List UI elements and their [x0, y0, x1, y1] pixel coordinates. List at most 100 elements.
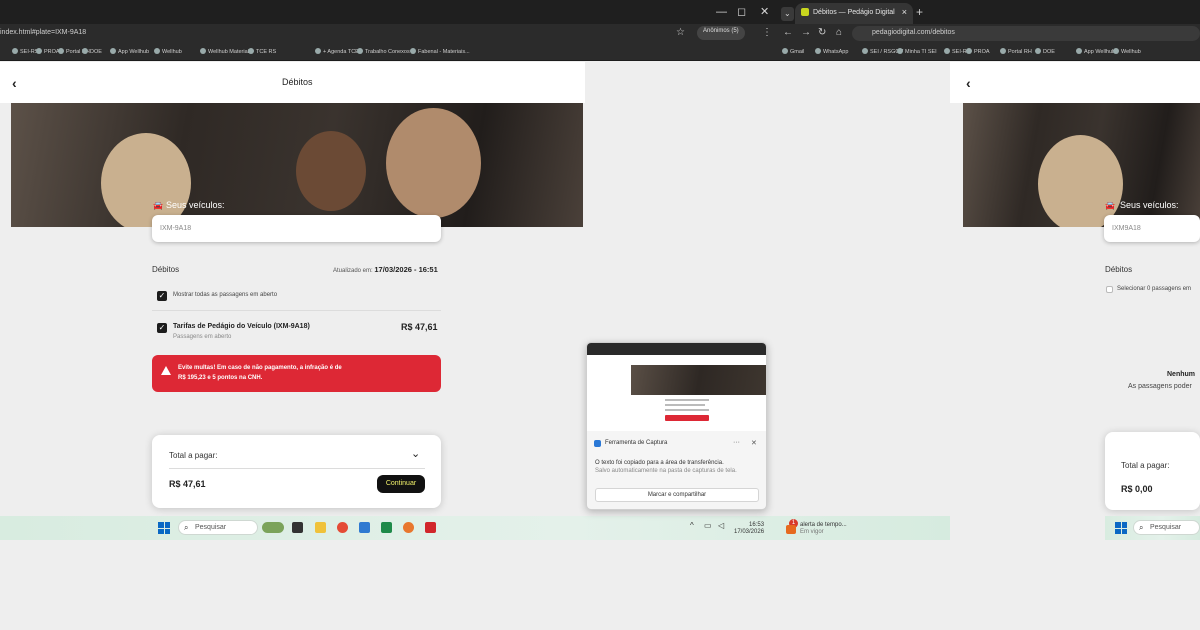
snip-msg-2: Salvo automaticamente na pasta de captur…: [595, 468, 737, 474]
thumb-hero: [631, 365, 766, 395]
minimize-button[interactable]: —: [716, 5, 727, 19]
weather-alert-sub: Em vigor: [800, 529, 824, 535]
left-bookmark[interactable]: Wellhub Materiais: [200, 48, 252, 55]
left-bookmark[interactable]: App Wellhub: [110, 48, 149, 55]
debits-title: Débitos: [152, 265, 180, 274]
left-bookmark[interactable]: Fabenal - Materiais...: [410, 48, 470, 55]
incognito-badge[interactable]: Anônimos (5): [697, 26, 745, 40]
home-icon[interactable]: ⌂: [836, 27, 842, 38]
updated-label: Atualizado em:: [333, 268, 373, 274]
right-total-card: [1105, 432, 1200, 510]
thumb-alert: [665, 415, 709, 421]
hero-image: [11, 103, 583, 227]
close-window-button[interactable]: ✕: [760, 5, 769, 19]
left-bookmark[interactable]: + Agenda TCE: [315, 48, 359, 55]
plate-input[interactable]: IXM-9A18: [152, 215, 441, 242]
item-subtitle: Passagens em aberto: [173, 334, 232, 340]
total-divider: [169, 468, 425, 469]
total-card: [152, 435, 441, 508]
person-middle: [296, 131, 366, 211]
chevron-down-icon[interactable]: ⌄: [411, 447, 420, 460]
show-all-label: Mostrar todas as passagens em aberto: [173, 292, 278, 298]
right-vehicles-label: Seus veículos:: [1120, 200, 1179, 210]
right-select-checkbox[interactable]: [1106, 286, 1113, 293]
right-bookmark[interactable]: Gmail: [782, 48, 804, 55]
bookmark-favicon-icon: [966, 48, 972, 54]
volume-icon[interactable]: ◁: [718, 522, 724, 530]
right-bookmark[interactable]: Wellhub: [1113, 48, 1141, 55]
car-icon: 🚘: [153, 201, 163, 210]
bookmark-favicon-icon: [12, 48, 18, 54]
excel-icon[interactable]: [381, 522, 392, 533]
continue-button[interactable]: Continuar: [377, 475, 425, 493]
back-nav-icon[interactable]: ←: [783, 27, 793, 38]
tab-search-icon[interactable]: ⌄: [781, 7, 794, 21]
right-bookmark[interactable]: PROA: [966, 48, 990, 55]
right-total-value: R$ 0,00: [1121, 484, 1153, 494]
left-url[interactable]: index.html#plate=IXM-9A18: [0, 29, 86, 36]
left-bookmark[interactable]: Wellhub: [154, 48, 182, 55]
right-url[interactable]: pedagiodigital.com/debitos: [872, 29, 955, 36]
back-arrow-icon[interactable]: ‹: [12, 75, 17, 91]
item-checkbox[interactable]: ✓: [157, 323, 167, 333]
right-taskbar-search[interactable]: ⌕ Pesquisar: [1133, 520, 1200, 535]
file-explorer-icon[interactable]: [315, 522, 326, 533]
weather-widget-icon[interactable]: [262, 522, 284, 533]
bookmark-favicon-icon: [1076, 48, 1082, 54]
right-bookmark[interactable]: WhatsApp: [815, 48, 848, 55]
menu-icon[interactable]: ⋮: [762, 27, 772, 38]
left-bookmark[interactable]: Trabalho Conexos: [357, 48, 410, 55]
left-bookmark[interactable]: DOE: [82, 48, 102, 55]
left-bookmark[interactable]: SEI-RS: [12, 48, 38, 55]
capture-thumbnail[interactable]: [587, 343, 766, 431]
tray-chevron-icon[interactable]: ^: [690, 522, 694, 530]
snip-close-icon[interactable]: ✕: [751, 439, 757, 447]
app-orange-icon[interactable]: [403, 522, 414, 533]
left-bookmark[interactable]: PROA: [36, 48, 60, 55]
left-bookmark[interactable]: TCE RS: [248, 48, 276, 55]
right-windows-start-icon[interactable]: [1115, 522, 1127, 534]
weather-alert[interactable]: alerta de tempo... Em vigor: [800, 522, 847, 536]
forward-nav-icon[interactable]: →: [801, 27, 811, 38]
total-value: R$ 47,61: [169, 479, 206, 489]
bookmark-favicon-icon: [36, 48, 42, 54]
favicon-icon: [801, 8, 809, 16]
tab-debitos[interactable]: Débitos — Pedágio Digital ×: [795, 3, 913, 24]
snip-more-icon[interactable]: ···: [733, 439, 740, 446]
show-all-checkbox[interactable]: ✓: [157, 291, 167, 301]
right-bookmark[interactable]: DOE: [1035, 48, 1055, 55]
bookmark-star-icon[interactable]: ☆: [676, 27, 685, 38]
snipping-tool-toast: Ferramenta de Captura ··· ✕ O texto foi …: [586, 342, 767, 510]
mark-share-button[interactable]: Marcar e compartilhar: [595, 488, 759, 502]
network-icon[interactable]: ▭: [704, 522, 712, 530]
clock[interactable]: 16:53 17/03/2026: [734, 522, 764, 536]
task-view-icon[interactable]: [292, 522, 303, 533]
right-car-icon: 🚘: [1105, 201, 1115, 210]
bookmark-favicon-icon: [897, 48, 903, 54]
page-title: Débitos: [282, 77, 313, 87]
taskbar-search-label: Pesquisar: [195, 524, 227, 531]
right-bookmark[interactable]: App Wellhub: [1076, 48, 1115, 55]
outlook-icon[interactable]: [359, 522, 370, 533]
bookmark-favicon-icon: [248, 48, 254, 54]
right-empty-sub: As passagens poder: [1128, 383, 1192, 390]
taskbar-search[interactable]: ⌕ Pesquisar: [178, 520, 258, 535]
person-left: [101, 133, 191, 227]
search-icon: ⌕: [184, 523, 189, 532]
restore-button[interactable]: ◻: [737, 5, 746, 19]
acrobat-icon[interactable]: [425, 522, 436, 533]
right-bookmark[interactable]: Portal RH: [1000, 48, 1032, 55]
right-back-arrow-icon[interactable]: ‹: [966, 75, 971, 91]
bookmark-favicon-icon: [1113, 48, 1119, 54]
bookmark-favicon-icon: [1035, 48, 1041, 54]
right-bookmark[interactable]: Minha TI SEI: [897, 48, 937, 55]
tab-title: Débitos — Pedágio Digital: [813, 8, 895, 16]
chrome-icon[interactable]: [337, 522, 348, 533]
right-debits-title: Débitos: [1105, 265, 1133, 274]
close-tab-icon[interactable]: ×: [902, 7, 907, 17]
new-tab-button[interactable]: +: [916, 5, 923, 19]
right-plate-input[interactable]: IXM9A18: [1104, 215, 1200, 242]
reload-icon[interactable]: ↻: [818, 27, 826, 38]
fine-alert: Evite multas! Em caso de não pagamento, …: [152, 355, 441, 392]
windows-start-icon[interactable]: [158, 522, 170, 534]
